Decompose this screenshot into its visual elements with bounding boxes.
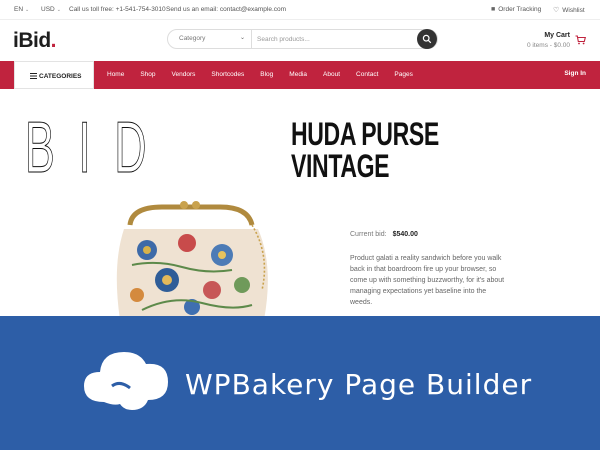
wpbakery-logo-icon — [84, 352, 168, 410]
nav-link-about[interactable]: About — [323, 71, 340, 78]
logo-dot: . — [50, 29, 57, 52]
category-select[interactable]: Category ⌄ — [168, 30, 252, 48]
nav-links: Home Shop Vendors Shortcodes Blog Media About C… — [107, 71, 429, 78]
search-form: Category ⌄ — [167, 29, 438, 49]
language-label: EN — [14, 6, 24, 13]
top-bar: EN ⌄ USD ⌄ Call us toll free: +1-541-754-3… — [0, 0, 600, 20]
nav-link-vendors[interactable]: Vendors — [172, 71, 196, 78]
nav-link-shortcodes[interactable]: Shortcodes — [211, 71, 244, 78]
chevron-down-icon: ⌄ — [25, 7, 30, 13]
currency-label: USD — [41, 6, 55, 13]
mini-cart[interactable]: My Cart 0 items - $0.00 — [527, 32, 586, 49]
product-image[interactable] — [102, 195, 278, 320]
search-icon — [422, 34, 432, 44]
chevron-down-icon: ⌄ — [56, 7, 61, 13]
wishlist-label: Wishlist — [562, 7, 585, 14]
product-title-line-2: VINTAGE — [291, 148, 390, 184]
hamburger-icon — [30, 73, 37, 79]
currency-select[interactable]: USD ⌄ — [41, 6, 61, 13]
nav-link-contact[interactable]: Contact — [356, 71, 378, 78]
wpbakery-banner: WPBakery Page Builder — [0, 316, 600, 450]
wpbakery-title: WPBakery Page Builder — [185, 368, 533, 401]
wishlist-link[interactable]: ♡ Wishlist — [553, 6, 585, 14]
current-bid-label: Current bid: — [350, 231, 387, 238]
current-bid: Current bid: $540.00 — [350, 231, 418, 238]
main-navigation: CATEGORIES Home Shop Vendors Shortcodes Blog… — [0, 61, 600, 89]
phone-text: Call us toll free: +1-541-754-3010 — [69, 6, 166, 13]
categories-label: CATEGORIES — [39, 73, 82, 80]
order-tracking-link[interactable]: ■ Order Tracking — [491, 6, 541, 13]
cart-summary: 0 items - $0.00 — [527, 42, 570, 49]
nav-link-home[interactable]: Home — [107, 71, 124, 78]
chevron-down-icon: ⌄ — [239, 35, 245, 41]
categories-button[interactable]: CATEGORIES — [14, 61, 94, 89]
cart-icon — [575, 35, 586, 45]
language-select[interactable]: EN ⌄ — [14, 6, 29, 13]
hero-big-text: BID — [25, 108, 171, 188]
product-description: Product galati a reality sandwich before… — [350, 255, 505, 306]
product-title-line-1: HUDA PURSE — [291, 116, 439, 152]
category-select-label: Category — [179, 35, 206, 42]
logo-text: iBid — [13, 29, 51, 52]
cart-title: My Cart — [544, 32, 570, 39]
nav-link-media[interactable]: Media — [289, 71, 307, 78]
sign-in-link[interactable]: Sign In — [564, 70, 586, 77]
site-logo[interactable]: iBid. — [13, 29, 57, 53]
nav-link-blog[interactable]: Blog — [260, 71, 273, 78]
email-link[interactable]: Send us an email: contact@example.com — [166, 6, 286, 13]
truck-icon: ■ — [491, 6, 496, 13]
nav-link-shop[interactable]: Shop — [140, 71, 155, 78]
heart-icon: ♡ — [553, 7, 560, 14]
order-tracking-label: Order Tracking — [498, 6, 542, 13]
site-header: iBid. Category ⌄ My Cart 0 items - $0.00 — [0, 20, 600, 61]
search-input[interactable] — [257, 32, 407, 46]
current-bid-value: $540.00 — [392, 231, 418, 238]
search-button[interactable] — [417, 29, 437, 49]
product-title[interactable]: HUDA PURSE VINTAGE — [291, 118, 439, 182]
nav-link-pages[interactable]: Pages — [394, 71, 412, 78]
